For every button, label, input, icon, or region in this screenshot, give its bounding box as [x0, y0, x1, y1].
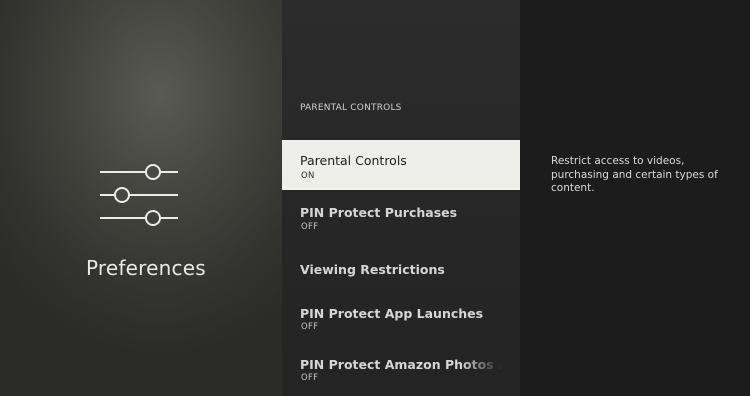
menu-item-status: OFF [301, 222, 319, 232]
description-panel: Restrict access to videos, purchasing an… [520, 0, 750, 396]
category-panel: Preferences [0, 0, 282, 396]
menu-fade-overlay [460, 340, 520, 396]
fire-tv-settings-screen: Preferences PARENTAL CONTROLS Parental C… [0, 0, 750, 396]
menu-item-status: ON [301, 171, 315, 181]
menu-item-status: OFF [301, 322, 319, 332]
category-title: Preferences [86, 256, 206, 280]
menu-item-pin-protect-app-launches[interactable]: PIN Protect App Launches OFF [282, 298, 520, 344]
menu-item-label: Viewing Restrictions [300, 262, 445, 277]
menu-item-viewing-restrictions[interactable]: Viewing Restrictions [282, 250, 520, 290]
menu-item-status: OFF [301, 373, 319, 383]
description-text: Restrict access to videos, purchasing an… [551, 155, 718, 194]
settings-menu: PARENTAL CONTROLS Parental Controls ON P… [282, 0, 520, 396]
menu-item-pin-protect-purchases[interactable]: PIN Protect Purchases OFF [282, 195, 520, 241]
menu-item-label: Parental Controls [300, 153, 407, 168]
menu-item-label: PIN Protect App Launches [300, 306, 484, 321]
sliders-icon [100, 164, 178, 226]
menu-item-label: PIN Protect Purchases [300, 205, 458, 220]
menu-header: PARENTAL CONTROLS [300, 103, 402, 113]
menu-item-parental-controls[interactable]: Parental Controls ON [282, 140, 520, 190]
